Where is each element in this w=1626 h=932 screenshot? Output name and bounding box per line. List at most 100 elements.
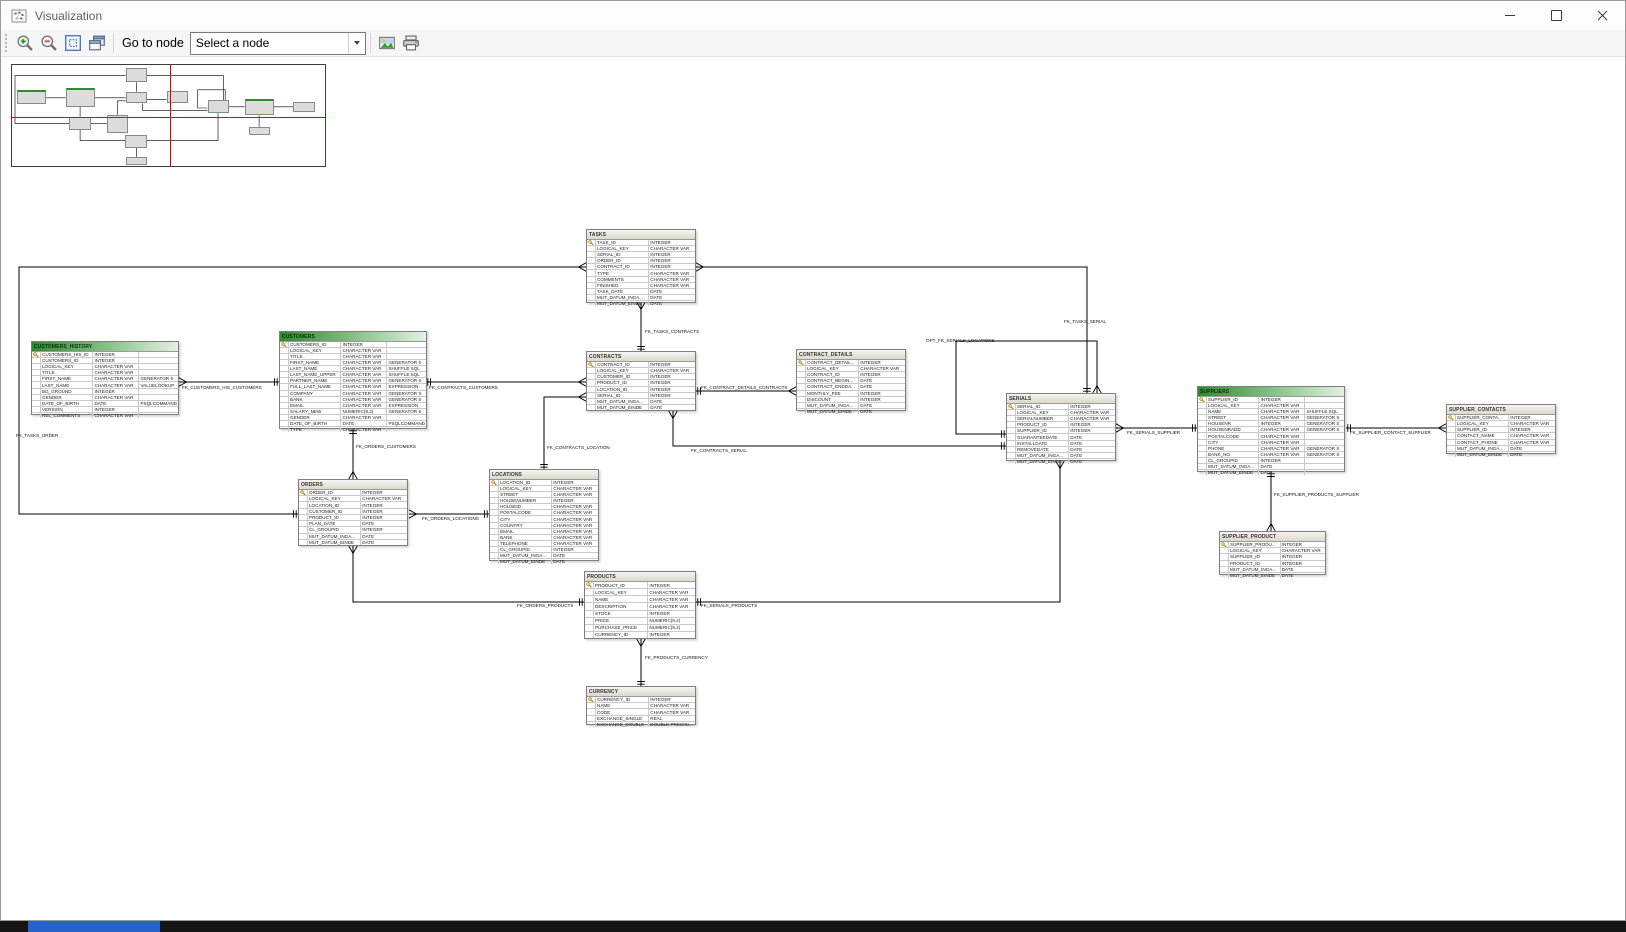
chevron-down-icon[interactable] (348, 33, 365, 54)
column-gutter (490, 559, 498, 564)
table-locations[interactable]: LOCATIONSLOCATION_IDINTEGERLOGICAL_KEYCH… (489, 469, 599, 561)
export-image-button[interactable] (376, 32, 398, 54)
maximize-button[interactable] (1533, 1, 1579, 30)
column-type: DATE (1508, 452, 1555, 457)
table-contracts[interactable]: CONTRACTSCONTRACT_IDINTEGERLOGICAL_KEYCH… (586, 351, 696, 411)
table-supplier_product[interactable]: SUPPLIER_PRODUCTSUPPLIER_PRODU...INTEGER… (1219, 531, 1326, 575)
column-type: DOUBLE PRECISI... (648, 722, 695, 727)
column-gutter (797, 409, 805, 414)
minimize-button[interactable] (1487, 1, 1533, 30)
column-row: STOCKINTEGER (585, 610, 695, 617)
table-title: ORDERS (299, 480, 407, 490)
table-contract_details[interactable]: CONTRACT_DETAILSCONTRACT_DETAIL...INTEGE… (796, 349, 906, 411)
column-name: MUT_DATUM_EINDE (498, 559, 551, 564)
minimap-table-products (125, 135, 147, 148)
column-type: DATE (1258, 470, 1304, 475)
column-type: CHARACTER VAR (340, 427, 386, 432)
column-name: MUT_DATUM_EINDE (307, 540, 360, 545)
zoom-in-button[interactable] (14, 32, 36, 54)
column-row: NAMECHARACTER VAR (585, 595, 695, 602)
relationship-label-fk_serials_products: FK_SERIALS_PRODUCTS (701, 603, 757, 608)
table-currency[interactable]: CURRENCYCURRENCY_IDINTEGERNAMECHARACTER … (586, 686, 696, 725)
table-customers_history[interactable]: CUSTOMERS_HISTORYCUSTOMERS_HIS_IDINTEGER… (31, 341, 179, 415)
table-title: CUSTOMERS_HISTORY (32, 342, 178, 352)
image-icon (378, 34, 396, 52)
column-list: SUPPLIER_IDINTEGERLOGICAL_KEYCHARACTER V… (1198, 397, 1344, 475)
printer-icon (402, 34, 420, 52)
cascade-windows-icon (88, 34, 106, 52)
node-select-combobox[interactable]: Select a node (190, 32, 366, 55)
column-type: INTEGER (647, 632, 695, 638)
relationship-label-fk_contract_details_contracts: FK_CONTRACT_DETAILS_CONTRACTS (701, 385, 787, 390)
column-type: DATE (551, 559, 598, 564)
column-list: ORDER_IDINTEGERLOGICAL_KEYCHARACTER VARL… (299, 490, 407, 545)
minimap-table-supplier_contacts (293, 102, 314, 112)
diagram-canvas[interactable]: FK_TASKS_ORDERFK_TASKS_CONTRACTSFK_TASKS… (1, 1, 1625, 920)
column-list: CURRENCY_IDINTEGERNAMECHARACTER VARCODEC… (587, 697, 695, 727)
table-serials[interactable]: SERIALSSERIAL_IDINTEGERLOGICAL_KEYCHARAC… (1006, 393, 1116, 461)
minimap-edges (12, 65, 323, 164)
column-name: TYPE (288, 427, 340, 432)
relationship-label-fk_tasks_order: FK_TASKS_ORDER (16, 433, 58, 438)
column-row: MUT_DATUM_EINDEDATE (1198, 469, 1344, 475)
column-name: EXCHANGE_DOUBLE (595, 722, 648, 727)
fit-to-window-button[interactable] (62, 32, 84, 54)
relationship-label-fk_contracts_serial: FK_CONTRACTS_SERIAL (691, 448, 747, 453)
relationship-fk_contracts_location (544, 397, 586, 469)
app-icon (11, 8, 27, 24)
minimap-table-customers_history (17, 90, 46, 104)
minimap-table-currency (126, 157, 147, 165)
table-title: SUPPLIERS (1198, 387, 1344, 397)
column-name: REL_COMMENTS (40, 413, 92, 418)
column-row: LOGICAL_KEYCHARACTER VAR (585, 588, 695, 595)
column-gutter (299, 540, 307, 545)
minimap-crosshair-vertical (170, 65, 171, 166)
minimap-crosshair-horizontal (12, 117, 325, 118)
minimap-table-orders (69, 117, 90, 130)
column-row: MUT_DATUM_EINDEDATE (1220, 572, 1325, 578)
relationship-label-fk_contracts_location: FK_CONTRACTS_LOCATION (547, 445, 610, 450)
table-products[interactable]: PRODUCTSPRODUCT_IDINTEGERLOGICAL_KEYCHAR… (584, 571, 696, 639)
table-customers[interactable]: CUSTOMERSCUSTOMERS_IDINTEGERLOGICAL_KEYC… (279, 331, 427, 429)
table-supplier_contacts[interactable]: SUPPLIER_CONTACTSSUPPLIER_CONTA...INTEGE… (1446, 404, 1556, 454)
column-type: CHARACTER VAR (92, 413, 138, 418)
column-row: MUT_DATUM_EINDEDATE (299, 539, 407, 545)
column-gutter (1007, 459, 1015, 464)
minimap-table-supplier_product (249, 127, 270, 136)
toolbar-separator (370, 33, 371, 53)
table-title: SERIALS (1007, 394, 1115, 404)
node-select-value: Select a node (191, 36, 348, 50)
table-orders[interactable]: ORDERSORDER_IDINTEGERLOGICAL_KEYCHARACTE… (298, 479, 408, 546)
relationship-label-fk_products_currency: FK_PRODUCTS_CURRENCY (645, 655, 708, 660)
zoom-out-icon (40, 34, 58, 52)
column-row: EXCHANGE_DOUBLEDOUBLE PRECISI... (587, 721, 695, 727)
close-button[interactable] (1579, 1, 1625, 30)
table-title: CONTRACT_DETAILS (797, 350, 905, 360)
table-tasks[interactable]: TASKSTASK_IDINTEGERLOGICAL_KEYCHARACTER … (586, 229, 696, 303)
cascade-windows-button[interactable] (86, 32, 108, 54)
relationship-fk_serials_products (696, 461, 1060, 602)
column-name: MUT_DATUM_EINDE (1015, 459, 1068, 464)
table-title: CURRENCY (587, 687, 695, 697)
toolbar: Go to node Select a node (1, 30, 1625, 57)
print-button[interactable] (400, 32, 422, 54)
column-name: MUT_DATUM_EINDE (1228, 573, 1280, 578)
relationship-label-fk_orders_customers: FK_ORDERS_CUSTOMERS (356, 444, 416, 449)
column-row: MUT_DATUM_EINDEDATE (490, 558, 598, 564)
zoom-out-button[interactable] (38, 32, 60, 54)
table-title: CONTRACTS (587, 352, 695, 362)
table-suppliers[interactable]: SUPPLIERSSUPPLIER_IDINTEGERLOGICAL_KEYCH… (1197, 386, 1345, 472)
relationship-label-opt_fk_serials_locations: OPT_FK_SERIALS_LOCATIONS (926, 338, 995, 343)
window-controls (1487, 1, 1625, 30)
column-name: MUT_DATUM_EINDE (595, 405, 648, 410)
column-list: CONTRACT_IDINTEGERLOGICAL_KEYCHARACTER V… (587, 362, 695, 410)
minimap-edge (117, 101, 125, 115)
titlebar: Visualization (1, 1, 1625, 30)
minimap[interactable] (11, 64, 326, 167)
column-list: CUSTOMERS_HIS_IDINTEGERCUSTOMERS_IDINTEG… (32, 352, 178, 418)
column-gutter (280, 427, 288, 432)
relationship-label-fk_serials_supplier: FK_SERIALS_SUPPLIER (1127, 430, 1180, 435)
relationship-label-fk_orders_products: FK_ORDERS_PRODUCTS (517, 603, 573, 608)
column-row: MUT_DATUM_EINDEDATE (1447, 451, 1555, 457)
relationship-label-fk_orders_locations: FK_ORDERS_LOCATIONS (422, 516, 479, 521)
